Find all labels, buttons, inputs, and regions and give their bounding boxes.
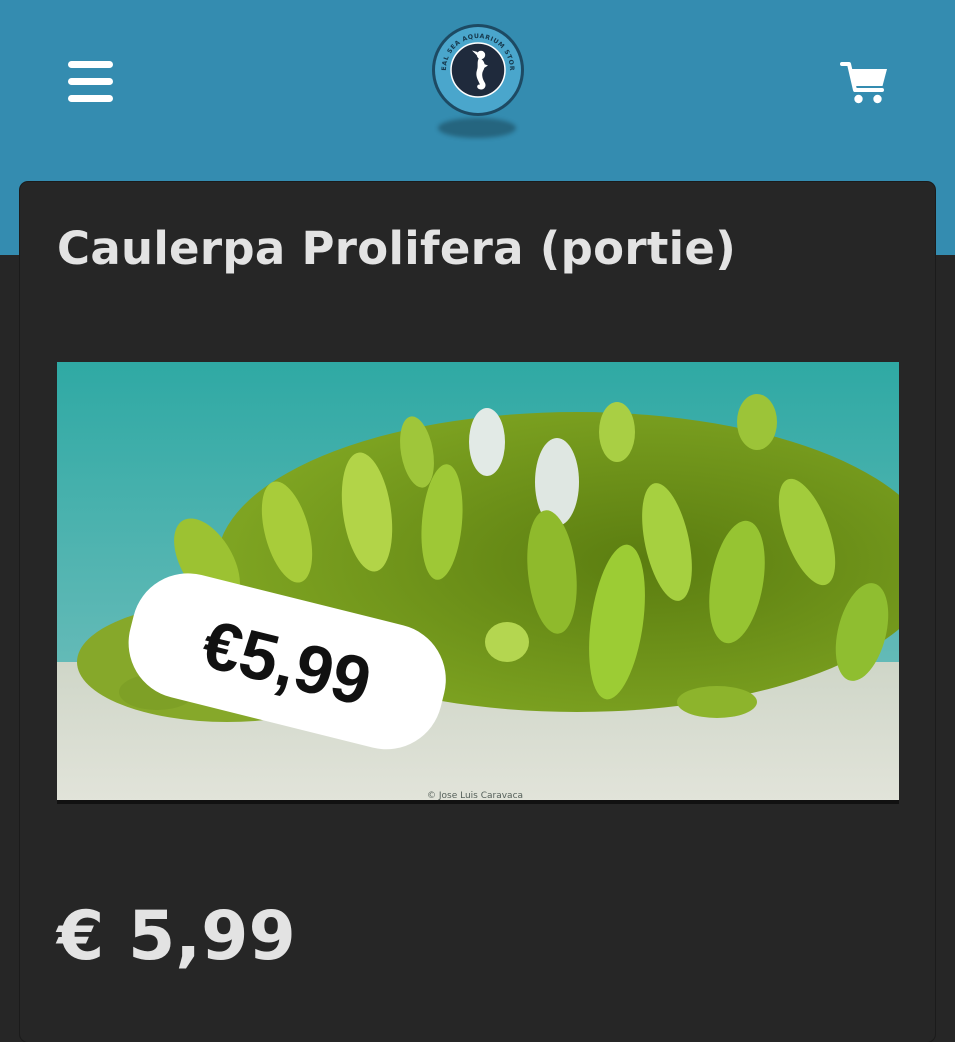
- product-image[interactable]: €5,99 © Jose Luis Caravaca: [57, 362, 899, 804]
- image-credit: © Jose Luis Caravaca: [427, 791, 523, 801]
- product-title: Caulerpa Prolifera (portie): [57, 222, 737, 275]
- shopping-cart-icon[interactable]: [840, 60, 890, 106]
- logo-shadow: [438, 118, 516, 138]
- product-price: € 5,99: [57, 897, 296, 976]
- store-logo[interactable]: REAL SEA AQUARIUM STORE: [427, 17, 526, 118]
- hamburger-menu-icon[interactable]: [68, 60, 114, 106]
- product-card: Caulerpa Prolifera (portie) €5,99 © Jose…: [20, 182, 935, 1042]
